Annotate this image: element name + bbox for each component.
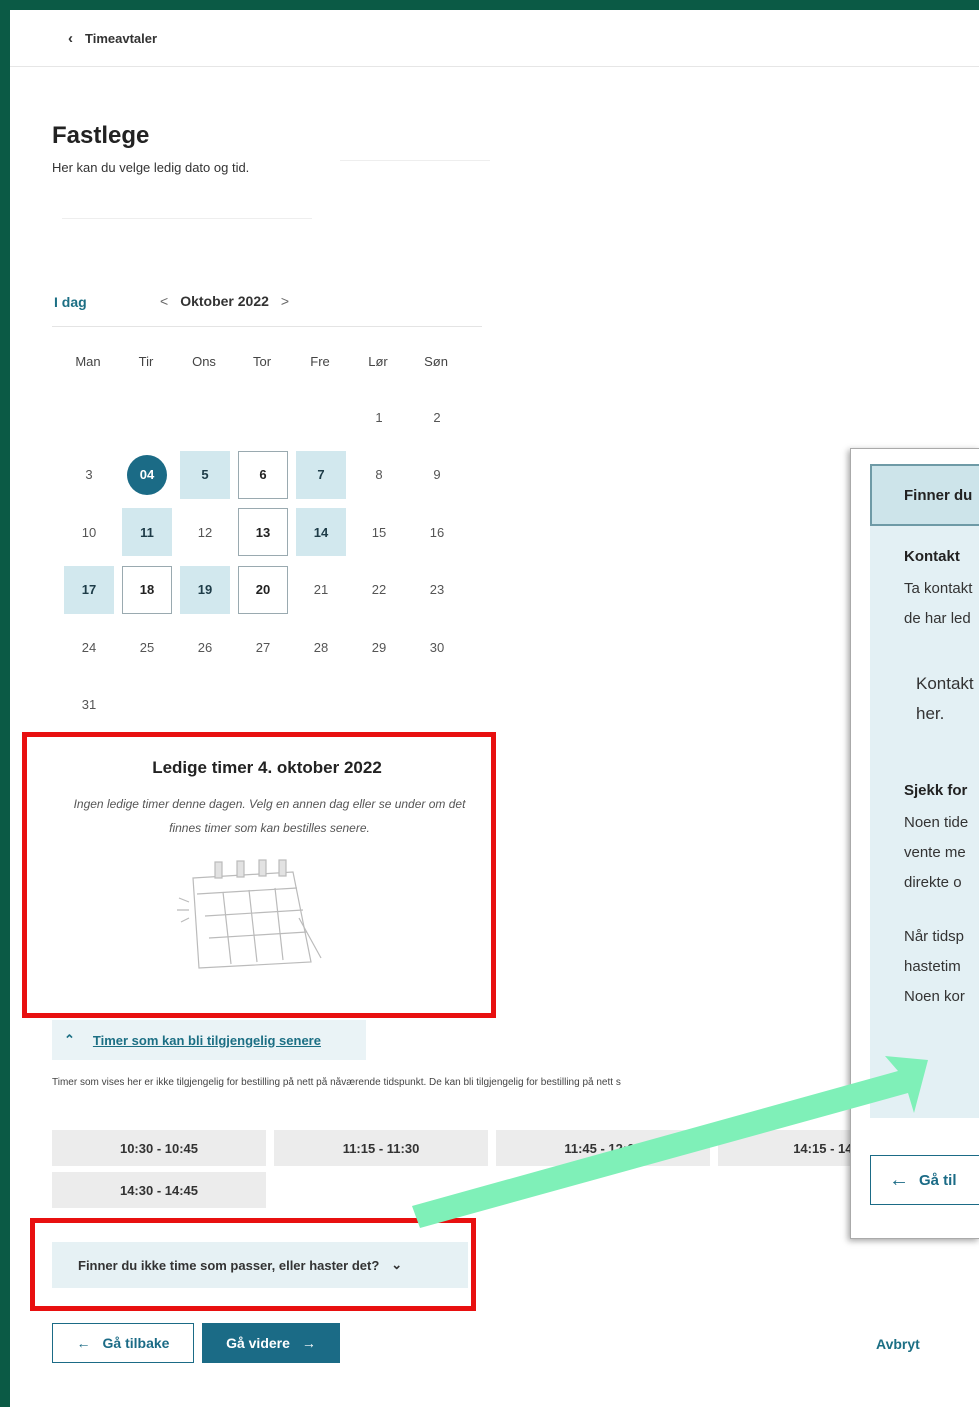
calendar-day[interactable]: 7 <box>296 450 346 499</box>
time-slot[interactable]: 10:30 - 10:45 <box>52 1130 266 1166</box>
chevron-left-icon: ‹ <box>68 30 73 47</box>
weekday-label: Lør <box>368 354 388 369</box>
calendar-day: 8 <box>375 467 383 482</box>
calendar-day: 22 <box>371 582 387 597</box>
calendar-day[interactable]: 6 <box>238 450 288 499</box>
divider <box>62 218 312 219</box>
page: ‹ Timeavtaler Fastlege Her kan du velge … <box>10 10 979 1407</box>
urgent-accordion[interactable]: Finner du ikke time som passer, eller ha… <box>52 1242 468 1288</box>
arrow-right-icon: → <box>301 1335 316 1351</box>
weekday-label: Fre <box>310 354 330 369</box>
calendar-header: I dag < Oktober 2022 > <box>52 292 482 327</box>
later-slots-toggle[interactable]: ⌃ Timer som kan bli tilgjengelig senere <box>52 1020 366 1060</box>
zoomed-panel: Finner du Kontakt Ta kontakt de har led … <box>850 448 979 1239</box>
calendar-illustration-icon <box>177 859 322 969</box>
selected-day-marker: 04 <box>127 454 167 495</box>
calendar-day: 29 <box>371 639 387 655</box>
calendar-day: 30 <box>429 639 445 655</box>
divider <box>340 160 490 161</box>
weekday-label: Tir <box>138 354 154 369</box>
later-slots-toggle-label: Timer som kan bli tilgjengelig senere <box>92 1032 321 1048</box>
calendar-day: 1 <box>375 409 383 425</box>
no-slots-text: Ingen ledige timer denne dagen. Velg en … <box>73 797 466 835</box>
top-bar: ‹ Timeavtaler <box>10 10 979 67</box>
check-text: Noen tide <box>904 814 969 831</box>
check-text: hastetim <box>904 958 961 975</box>
time-slot[interactable]: 11:45 - 12:00 <box>496 1130 710 1166</box>
back-link-label: Timeavtaler <box>85 31 158 46</box>
no-slots-title: Ledige timer 4. oktober 2022 <box>152 758 382 777</box>
calendar-day: 16 <box>429 524 445 540</box>
check-text: vente me <box>904 844 966 861</box>
month-label: Oktober 2022 <box>180 293 269 309</box>
page-title: Fastlege <box>52 122 150 149</box>
panel-body: Kontakt Ta kontakt de har led Kontakt he… <box>870 526 979 1118</box>
calendar-day[interactable]: 11 <box>122 508 172 556</box>
month-navigation: < Oktober 2022 > <box>160 293 289 309</box>
calendar-day[interactable]: 14 <box>296 508 346 556</box>
calendar-day: 10 <box>81 524 97 540</box>
weekday-label: Søn <box>424 354 448 369</box>
back-button-label: Gå tilbake <box>102 1335 170 1351</box>
calendar-day-selected[interactable]: 04 <box>122 451 172 499</box>
accordion-label: Finner du ikke time som passer, eller ha… <box>78 1257 380 1273</box>
time-slot[interactable]: 11:15 - 11:30 <box>274 1130 488 1166</box>
calendar-day: 15 <box>371 524 387 540</box>
calendar-day: 23 <box>429 582 445 597</box>
today-button[interactable]: I dag <box>54 294 87 310</box>
check-text: Når tidsp <box>904 928 965 945</box>
calendar-day: 9 <box>433 467 441 482</box>
contact-text: de har led <box>904 610 971 627</box>
calendar-day: 28 <box>313 639 329 655</box>
calendar-day[interactable]: 19 <box>180 565 230 614</box>
contact-text: Ta kontakt <box>904 580 973 597</box>
calendar-day: 3 <box>85 467 93 482</box>
calendar-day: 25 <box>139 639 155 655</box>
prev-month-icon[interactable]: < <box>160 293 168 309</box>
back-button[interactable]: ← Gå tilbake <box>52 1323 194 1363</box>
time-slot[interactable]: 14:30 - 14:45 <box>52 1172 266 1208</box>
check-text: direkte o <box>904 874 962 891</box>
chevron-up-icon: ⌃ <box>64 1032 75 1047</box>
next-button-label: Gå videre <box>226 1335 290 1351</box>
calendar-day: 21 <box>313 582 329 597</box>
next-button[interactable]: Gå videre → <box>202 1323 340 1363</box>
panel-back-label: Gå til <box>919 1171 957 1189</box>
contact-heading: Kontakt <box>904 548 960 565</box>
back-to-appointments-link[interactable]: ‹ Timeavtaler <box>68 30 157 47</box>
panel-header[interactable]: Finner du <box>870 464 979 526</box>
check-heading: Sjekk for <box>904 782 968 799</box>
calendar-day[interactable]: 18 <box>122 565 172 614</box>
arrow-left-icon: ← <box>76 1335 91 1351</box>
later-slots-note: Timer som vises her er ikke tilgjengelig… <box>52 1077 621 1088</box>
calendar-day: 27 <box>255 639 271 655</box>
calendar-day: 26 <box>197 639 213 655</box>
page-subtitle: Her kan du velge ledig dato og tid. <box>52 160 250 175</box>
calendar-day: 31 <box>81 697 97 712</box>
check-text: Noen kor <box>904 988 965 1005</box>
calendar-day: 12 <box>197 524 213 540</box>
panel-back-button[interactable]: ← Gå til <box>870 1155 979 1205</box>
calendar-day[interactable]: 5 <box>180 450 230 499</box>
next-month-icon[interactable]: > <box>281 293 289 309</box>
chevron-down-icon: ⌄ <box>391 1257 403 1272</box>
contact-box-text: Kontakt <box>916 674 974 693</box>
calendar-day[interactable]: 20 <box>238 565 288 614</box>
cancel-button[interactable]: Avbryt <box>876 1336 920 1352</box>
calendar-day: 24 <box>81 639 97 655</box>
contact-box-text: her. <box>916 704 945 723</box>
weekday-label: Tor <box>252 354 272 369</box>
calendar-day: 2 <box>433 409 441 425</box>
calendar-day[interactable]: 13 <box>238 508 288 556</box>
calendar-day[interactable]: 17 <box>64 565 114 614</box>
arrow-left-icon: ← <box>889 1168 909 1191</box>
weekday-label: Ons <box>192 354 216 369</box>
weekday-label: Man <box>75 354 101 369</box>
